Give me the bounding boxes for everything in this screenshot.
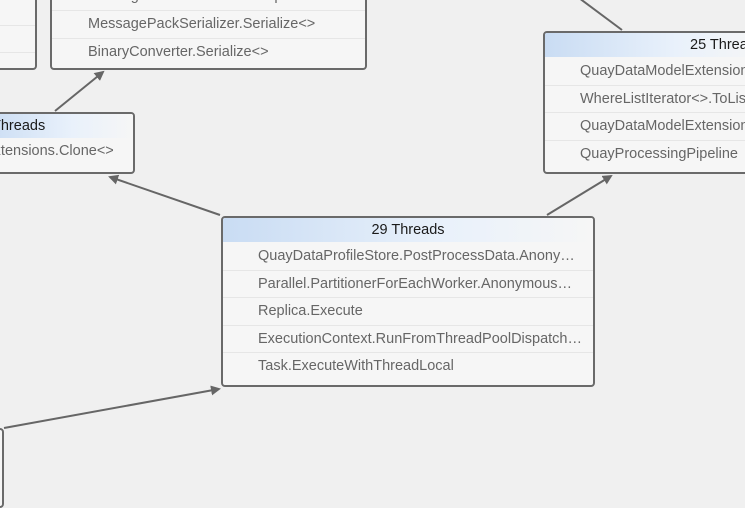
stack-node-middle-left[interactable]: Threads Extensions.Clone<> bbox=[0, 112, 135, 174]
stack-node-bottom-left[interactable] bbox=[0, 428, 4, 508]
frame-item[interactable]: QuayProcessingPipeline bbox=[545, 141, 745, 169]
frame-item[interactable]: MessagePackWriter.WriteMapHeaderAndGetAr… bbox=[52, 0, 365, 11]
frame-item[interactable]: Parallel.PartitionerForEachWorker.Anonym… bbox=[223, 271, 593, 298]
stack-node-top-left[interactable] bbox=[0, 0, 37, 70]
stack-node-top-right[interactable]: 25 Threads QuayDataModelExtensions Where… bbox=[543, 31, 745, 174]
frame-item[interactable]: WhereListIterator<>.ToList bbox=[545, 86, 745, 113]
thread-count-label: Threads bbox=[0, 118, 46, 134]
frame-item[interactable]: MessagePackSerializer.Serialize<> bbox=[52, 11, 365, 39]
thread-count-header: 25 Threads bbox=[545, 33, 745, 57]
parallel-stacks-canvas[interactable]: MessagePackWriter.WriteMapHeaderAndGetAr… bbox=[0, 0, 745, 508]
frame-item[interactable]: Replica.Execute bbox=[223, 298, 593, 326]
thread-count-header: 29 Threads bbox=[223, 218, 593, 242]
frame-item[interactable] bbox=[0, 0, 35, 26]
stack-node-top-center[interactable]: MessagePackWriter.WriteMapHeaderAndGetAr… bbox=[50, 0, 367, 70]
edge-top-right-to-offscreen bbox=[580, 0, 623, 31]
edge-bottom-left-to-main bbox=[3, 385, 221, 429]
edge-main-to-top-right bbox=[546, 174, 613, 216]
edge-middle-left-to-top-center bbox=[54, 70, 105, 112]
frame-item[interactable]: QuayDataProfileStore.PostProcessData.Ano… bbox=[223, 243, 593, 271]
thread-count-header: Threads bbox=[0, 114, 133, 138]
edge-main-to-middle-left bbox=[108, 174, 221, 216]
frame-item[interactable]: Task.ExecuteWithThreadLocal bbox=[223, 353, 593, 381]
thread-count-label: 29 Threads bbox=[371, 222, 445, 238]
frame-item[interactable]: QuayDataModelExtensions bbox=[545, 113, 745, 141]
thread-count-label: 25 Threads bbox=[690, 37, 745, 53]
frame-item[interactable]: BinaryConverter.Serialize<> bbox=[52, 39, 365, 67]
stack-node-main[interactable]: 29 Threads QuayDataProfileStore.PostProc… bbox=[221, 216, 595, 387]
frame-item[interactable]: QuayDataModelExtensions bbox=[545, 58, 745, 86]
frame-item[interactable] bbox=[0, 26, 35, 53]
frame-item[interactable] bbox=[0, 53, 35, 68]
frame-item[interactable]: Extensions.Clone<> bbox=[0, 138, 133, 166]
frame-item[interactable]: ExecutionContext.RunFromThreadPoolDispat… bbox=[223, 326, 593, 353]
